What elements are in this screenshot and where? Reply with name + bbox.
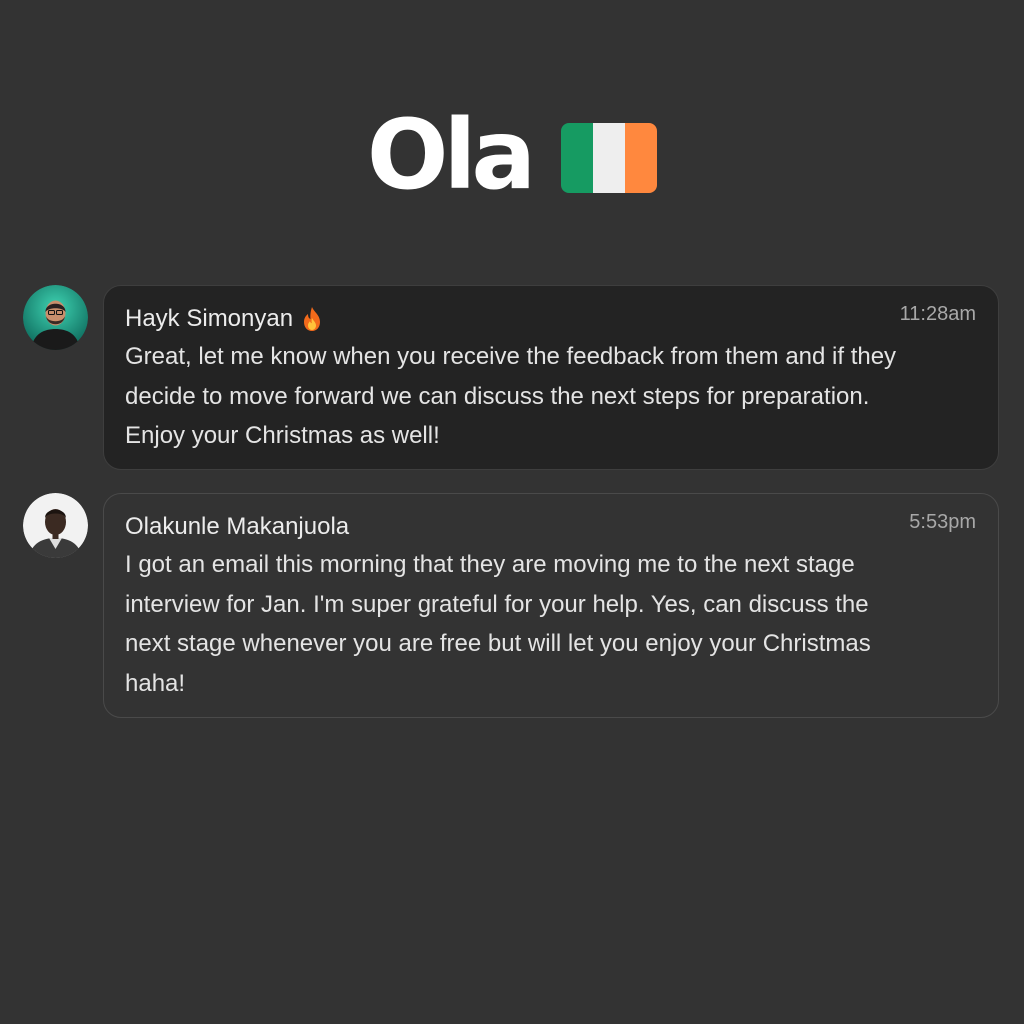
message-time: 5:53pm xyxy=(909,511,976,533)
message-bubble[interactable]: Olakunle Makanjuola 5:53pm I got an emai… xyxy=(103,493,999,718)
avatar-hayk[interactable] xyxy=(23,285,88,350)
sender-name: Olakunle Makanjuola xyxy=(125,513,350,540)
flag-stripe-green xyxy=(561,123,594,193)
message-sender: Olakunle Makanjuola xyxy=(125,512,976,542)
sender-name: Hayk Simonyan xyxy=(125,305,294,332)
flag-stripe-white xyxy=(593,123,626,193)
avatar-olakunle[interactable] xyxy=(23,493,88,558)
message-text: Great, let me know when you receive the … xyxy=(125,337,976,456)
message-line: I got an email this morning that they ar… xyxy=(125,551,855,578)
message-time: 11:28am xyxy=(899,303,976,325)
brand-title: Ola xyxy=(366,99,536,211)
message-line: decide to move forward we can discuss th… xyxy=(125,382,870,410)
message-line: interview for Jan. I'm super grateful fo… xyxy=(125,590,869,618)
message-line: haha! xyxy=(125,669,186,697)
message-line: Enjoy your Christmas as well! xyxy=(125,422,440,449)
header: Ola xyxy=(0,100,1024,210)
ireland-flag-icon xyxy=(561,123,658,193)
message-sender: Hayk Simonyan xyxy=(125,304,976,334)
message-line: next stage whenever you are free but wil… xyxy=(125,630,871,657)
message-text: I got an email this morning that they ar… xyxy=(125,545,976,703)
message-bubble[interactable]: Hayk Simonyan 11:28am Great, let me know… xyxy=(103,285,999,470)
message-line: Great, let me know when you receive the … xyxy=(125,343,897,370)
flag-stripe-orange xyxy=(625,123,658,193)
fire-icon xyxy=(304,307,321,331)
chat-screen: Ola Hayk Simonyan 11:28am Great, let me … xyxy=(0,0,1024,1024)
